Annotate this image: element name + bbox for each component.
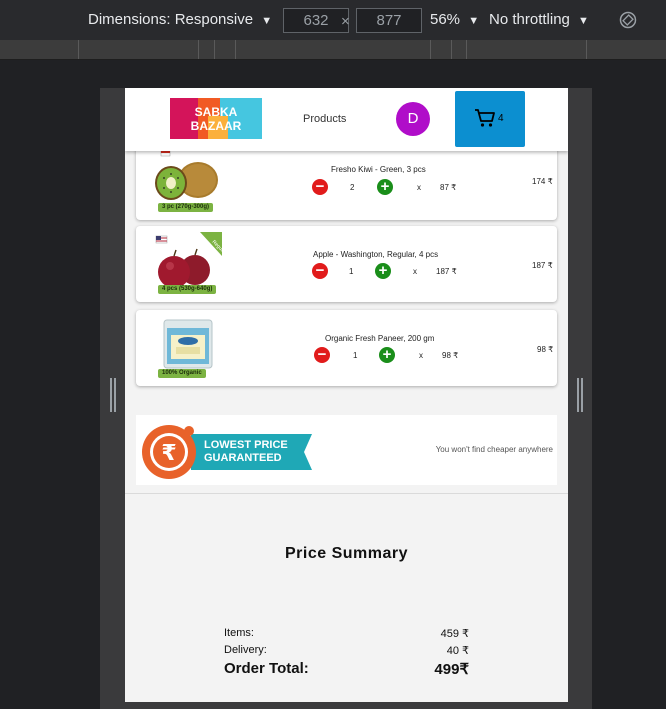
delivery-value: 40 ₹ — [446, 645, 469, 657]
devtools-toolbar: Dimensions: Responsive ▼ 632 × 877 56% ▼… — [0, 0, 666, 40]
user-avatar[interactable]: D — [396, 102, 430, 136]
sabka-bazaar-logo[interactable]: SABKA BAZAAR — [170, 98, 262, 139]
zoom-label: 56% — [430, 11, 461, 28]
throttling-dropdown[interactable]: No throttling ▼ — [489, 11, 589, 28]
logo-line2: BAZAAR — [191, 119, 242, 133]
increase-quantity-button[interactable]: + — [377, 179, 393, 195]
order-total-label: Order Total: — [224, 660, 309, 677]
cart-item: Regular 4 pcs (530g-640g) Apple - Washin… — [136, 226, 557, 302]
divider — [125, 493, 568, 494]
item-quantity: 1 — [349, 267, 354, 276]
item-unit-price: 98 ₹ — [442, 351, 459, 360]
delivery-label: Delivery: — [224, 644, 267, 656]
cart-item: 3 pc (270g-300g) Fresho Kiwi - Green, 3 … — [136, 144, 557, 220]
item-unit-price: 87 ₹ — [440, 183, 457, 192]
caret-down-icon: ▼ — [468, 15, 480, 27]
site-header: SABKA BAZAAR Products D 4 — [125, 88, 568, 151]
banner-message: You won't find cheaper anywhere — [435, 445, 553, 454]
item-total: 98 ₹ — [537, 345, 554, 354]
times-sign: × — [341, 13, 350, 30]
resize-handle-left[interactable] — [110, 378, 116, 412]
item-badge: 4 pcs (530g-640g) — [158, 285, 217, 294]
item-name: Fresho Kiwi - Green, 3 pcs — [331, 165, 426, 174]
rotate-icon[interactable] — [619, 11, 637, 29]
item-quantity: 1 — [353, 351, 358, 360]
item-name: Organic Fresh Paneer, 200 gm — [325, 334, 435, 343]
media-query-ruler[interactable] — [0, 40, 666, 60]
item-unit-price: 187 ₹ — [436, 267, 457, 276]
items-value: 459 ₹ — [440, 628, 469, 640]
cart-button[interactable]: 4 — [455, 91, 525, 147]
dimensions-label: Dimensions: Responsive — [88, 11, 254, 28]
svg-text:₹: ₹ — [161, 441, 176, 466]
item-badge: 3 pc (270g-300g) — [158, 203, 214, 212]
width-input[interactable]: 632 — [283, 8, 349, 33]
page-viewport: SABKA BAZAAR Products D 4 3 pc (270g-300… — [125, 88, 568, 702]
decrease-quantity-button[interactable]: − — [312, 179, 328, 195]
price-summary-title: Price Summary — [284, 545, 408, 562]
item-badge: 100% Organic — [158, 369, 206, 378]
rupee-icon: ₹ — [142, 425, 196, 479]
item-total: 174 ₹ — [532, 177, 553, 186]
logo-line1: SABKA — [195, 105, 238, 119]
item-name: Apple - Washington, Regular, 4 pcs — [313, 250, 439, 259]
decrease-quantity-button[interactable]: − — [314, 347, 330, 363]
banner-headline: LOWEST PRICE GUARANTEED — [204, 439, 288, 465]
increase-quantity-button[interactable]: + — [375, 263, 391, 279]
zoom-dropdown[interactable]: 56% ▼ — [430, 11, 479, 28]
items-label: Items: — [224, 627, 254, 639]
caret-down-icon: ▼ — [261, 15, 273, 27]
times-sign: x — [417, 183, 421, 192]
times-sign: x — [419, 351, 423, 360]
lowest-price-banner: ₹ LOWEST PRICE GUARANTEED You won't find… — [136, 415, 557, 485]
nav-products-link[interactable]: Products — [303, 113, 346, 125]
banner-line2: GUARANTEED — [204, 452, 282, 464]
order-total-value: 499₹ — [434, 661, 469, 678]
resize-handle-right[interactable] — [577, 378, 583, 412]
banner-line1: LOWEST PRICE — [204, 439, 288, 451]
cart-count: 4 — [498, 113, 504, 124]
height-input[interactable]: 877 — [356, 8, 422, 33]
item-total: 187 ₹ — [532, 261, 553, 270]
times-sign: x — [413, 267, 417, 276]
throttling-label: No throttling — [489, 11, 570, 28]
cart-icon — [475, 109, 495, 127]
increase-quantity-button[interactable]: + — [379, 347, 395, 363]
dimensions-dropdown[interactable]: Dimensions: Responsive ▼ — [88, 11, 272, 28]
item-quantity: 2 — [350, 183, 355, 192]
caret-down-icon: ▼ — [578, 15, 589, 27]
decrease-quantity-button[interactable]: − — [312, 263, 328, 279]
cart-item: 100% Organic Organic Fresh Paneer, 200 g… — [136, 310, 557, 386]
